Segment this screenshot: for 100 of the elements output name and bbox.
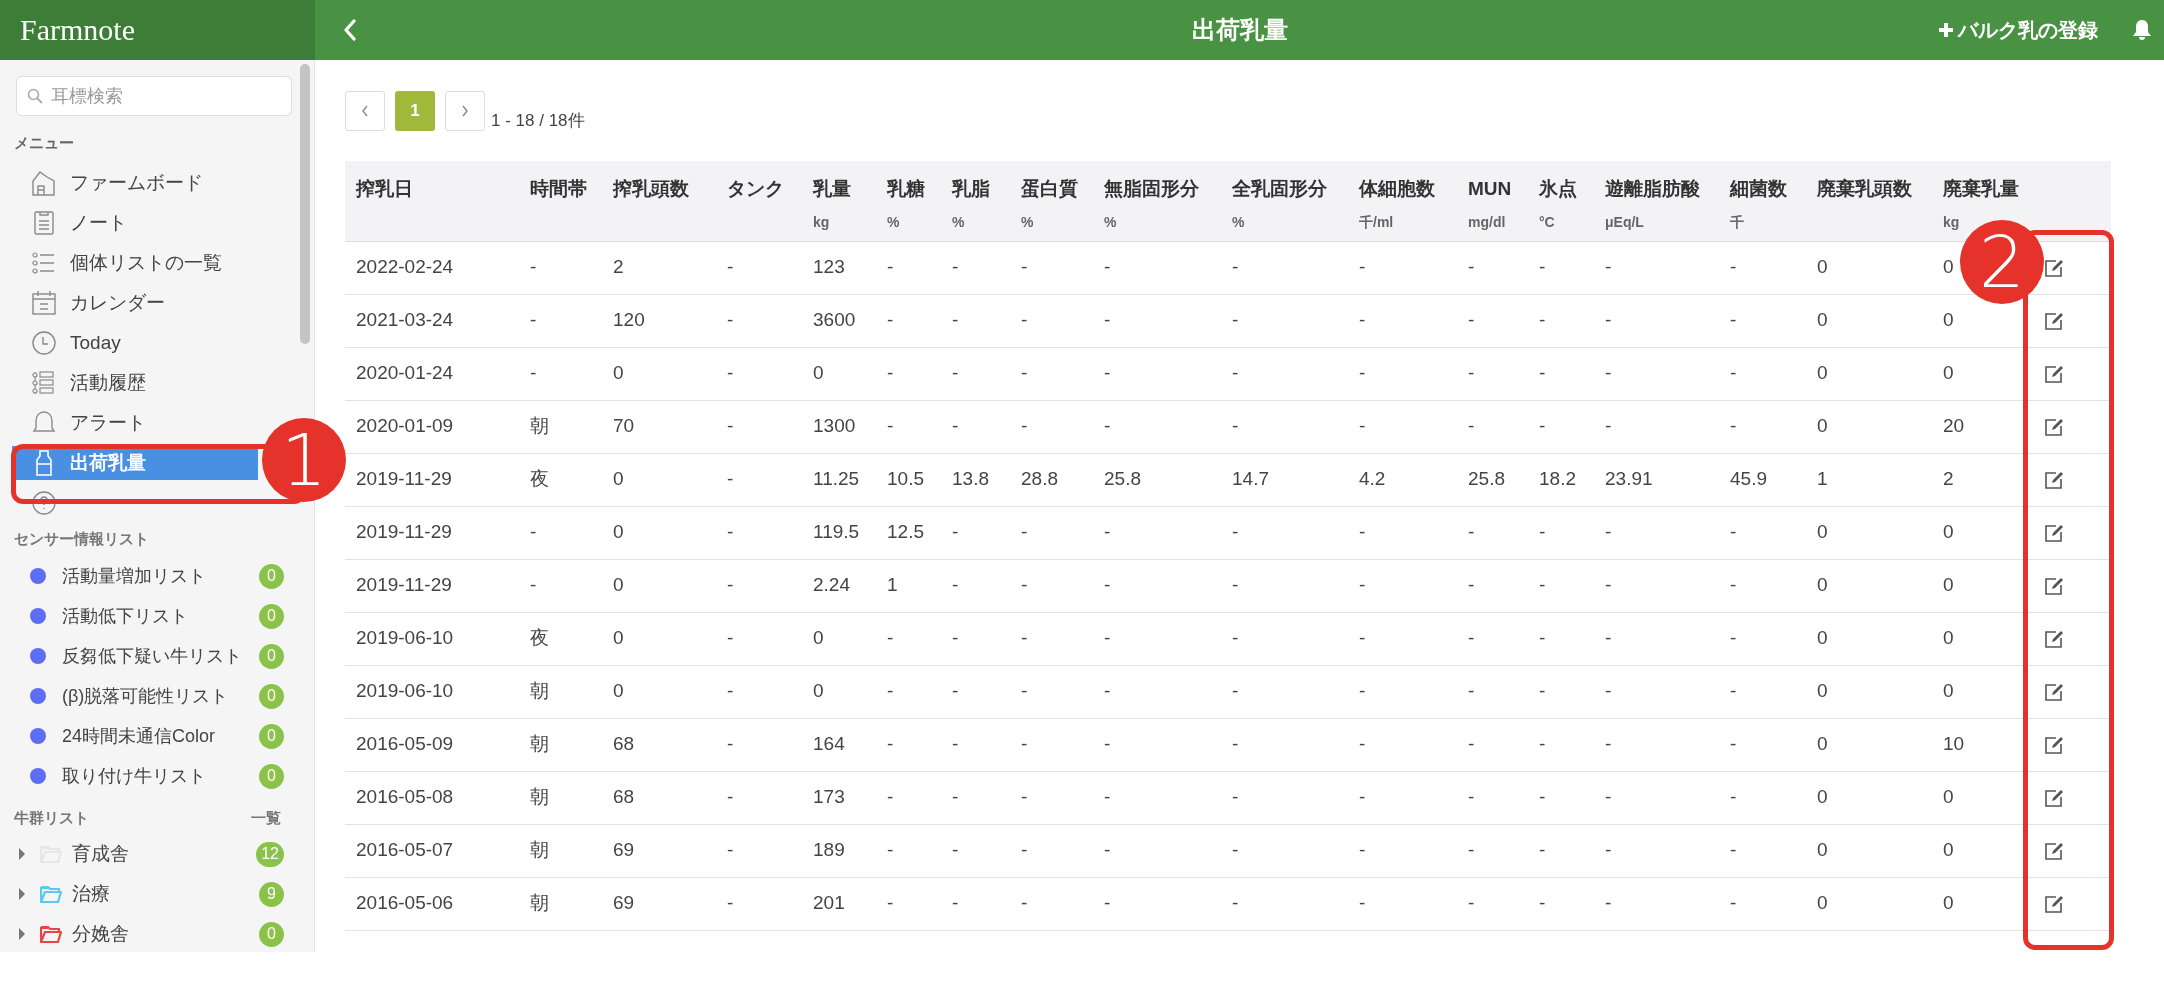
table-cell: - <box>1104 680 1111 702</box>
table-cell: - <box>1539 521 1546 543</box>
table-cell: 0 <box>813 627 824 649</box>
table-cell: - <box>952 892 959 914</box>
column-unit: 千 <box>1730 212 1745 232</box>
table-cell: - <box>1539 786 1546 808</box>
table-cell: - <box>1605 627 1612 649</box>
table-cell: - <box>530 521 537 543</box>
menu-item[interactable]: アラート <box>12 406 258 440</box>
logo[interactable]: Farmnote <box>20 15 135 45</box>
question-icon[interactable] <box>30 489 58 517</box>
table-cell: - <box>1605 309 1612 331</box>
table-cell: - <box>1359 786 1366 808</box>
table-cell: 70 <box>613 415 635 437</box>
sensor-list-link[interactable]: 取り付け牛リスト <box>62 762 206 790</box>
menu-item[interactable]: 個体リストの一覧 <box>12 246 258 280</box>
table-cell: - <box>727 362 734 384</box>
scrollbar-thumb[interactable] <box>300 64 310 344</box>
table-cell: - <box>1021 627 1028 649</box>
table-cell: - <box>1730 256 1737 278</box>
table-cell: - <box>1021 362 1028 384</box>
section-heading: メニュー <box>13 133 75 153</box>
caret-right-icon[interactable] <box>18 928 26 940</box>
table-cell: - <box>727 309 734 331</box>
sensor-list-link[interactable]: 活動量増加リスト <box>62 562 206 590</box>
menu-item[interactable]: Today <box>12 326 258 360</box>
edit-icon[interactable] <box>2043 787 2065 808</box>
table-cell: - <box>1359 733 1366 755</box>
edit-icon[interactable] <box>2043 469 2065 490</box>
caret-right-icon[interactable] <box>18 888 26 900</box>
herd-link[interactable]: 分娩舎 <box>72 919 129 949</box>
chevron-left-icon <box>361 105 369 117</box>
table-cell: 2019-11-29 <box>356 521 452 543</box>
table-cell: - <box>727 574 734 596</box>
table-cell: 0 <box>1817 786 1828 808</box>
search-field[interactable]: 耳標検索 <box>16 76 292 116</box>
table-cell: - <box>1104 256 1111 278</box>
sensor-list-link[interactable]: 活動低下リスト <box>62 602 188 630</box>
table-cell: 2020-01-09 <box>356 415 454 437</box>
table-cell: - <box>887 256 894 278</box>
table-cell: - <box>1730 574 1737 596</box>
table-cell: 11.25 <box>813 468 860 490</box>
herd-link[interactable]: 育成舎 <box>72 839 129 869</box>
menu-item[interactable]: 活動履歴 <box>12 366 258 400</box>
table-cell: - <box>952 680 959 702</box>
table-cell: - <box>1605 415 1612 437</box>
back-icon[interactable] <box>343 19 357 41</box>
table-cell: 0 <box>613 680 624 702</box>
table-cell: - <box>1539 892 1546 914</box>
edit-icon[interactable] <box>2043 681 2065 702</box>
table-cell: - <box>1232 892 1239 914</box>
herd-link[interactable]: 治療 <box>72 879 110 909</box>
edit-icon[interactable] <box>2043 628 2065 649</box>
table-cell: - <box>952 733 959 755</box>
table-cell: - <box>887 309 894 331</box>
edit-icon[interactable] <box>2043 575 2065 596</box>
table-cell: 68 <box>613 786 635 808</box>
sensor-list-link[interactable]: 24時間未通信Color <box>62 722 216 750</box>
table-cell: - <box>1104 733 1111 755</box>
edit-icon[interactable] <box>2043 840 2065 861</box>
table-cell: 0 <box>1817 574 1828 596</box>
sensor-list-link[interactable]: 反芻低下疑い牛リスト <box>62 642 242 670</box>
view-all-link[interactable]: 一覧 <box>251 806 281 830</box>
table-cell: 0 <box>1943 574 1954 596</box>
edit-icon[interactable] <box>2043 310 2065 331</box>
table-cell: - <box>1730 309 1737 331</box>
column-header: 搾乳日 <box>356 177 414 201</box>
table-cell: 0 <box>1817 309 1828 331</box>
sensor-list-link[interactable]: (β)脱落可能性リスト <box>62 682 229 710</box>
table-cell: - <box>1104 892 1111 914</box>
edit-icon[interactable] <box>2043 363 2065 384</box>
column-header: 細菌数 <box>1730 177 1788 201</box>
bell-icon[interactable] <box>2132 19 2152 41</box>
table-cell: - <box>887 839 894 861</box>
edit-icon[interactable] <box>2043 257 2065 278</box>
menu-item[interactable]: ノート <box>12 206 258 240</box>
barn-icon <box>30 169 58 197</box>
table-cell: - <box>1468 733 1475 755</box>
edit-icon[interactable] <box>2043 734 2065 755</box>
table-cell: 2019-11-29 <box>356 468 452 490</box>
column-header: 無脂固形分 <box>1104 177 1200 201</box>
menu-item[interactable]: カレンダー <box>12 286 258 320</box>
table-cell: - <box>1605 786 1612 808</box>
table-cell: 0 <box>1943 892 1954 914</box>
table-cell: - <box>727 415 734 437</box>
edit-icon[interactable] <box>2043 416 2065 437</box>
table-cell: - <box>1468 627 1475 649</box>
menu-item[interactable]: ファームボード <box>12 166 258 200</box>
edit-icon[interactable] <box>2043 522 2065 543</box>
caret-right-icon[interactable] <box>18 848 26 860</box>
register-bulk-milk-button[interactable]: バルク乳の登録 <box>1938 15 2098 45</box>
table-cell: - <box>1468 839 1475 861</box>
table-cell: 0 <box>1817 680 1828 702</box>
table-cell: 189 <box>813 839 845 861</box>
table-cell: 173 <box>813 786 845 808</box>
table-cell: - <box>952 362 959 384</box>
table-cell: - <box>887 733 894 755</box>
table-cell: - <box>1468 786 1475 808</box>
edit-icon[interactable] <box>2043 893 2065 914</box>
table-cell: - <box>1539 627 1546 649</box>
